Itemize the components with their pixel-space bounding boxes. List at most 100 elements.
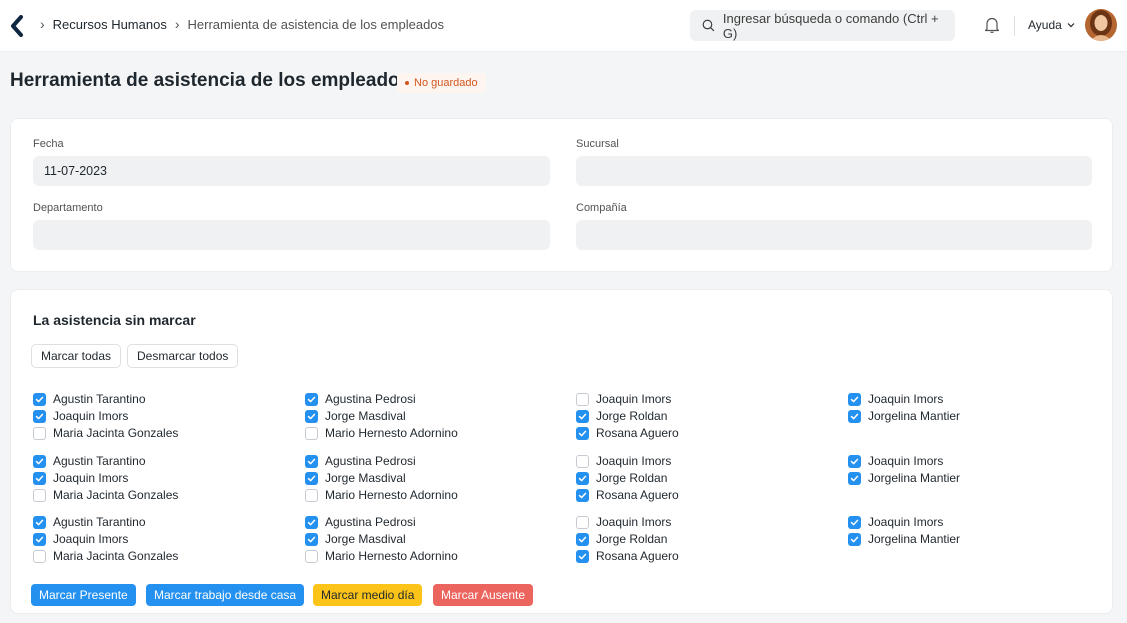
checkbox-checked-icon[interactable] bbox=[576, 532, 589, 546]
user-avatar[interactable] bbox=[1085, 9, 1117, 41]
employee-checkbox-item[interactable]: Joaquin Imors bbox=[33, 470, 128, 486]
employee-checkbox-item[interactable]: Joaquin Imors bbox=[33, 531, 128, 547]
checkbox-unchecked-icon[interactable] bbox=[576, 392, 589, 406]
employee-checkbox-item[interactable]: Maria Jacinta Gonzales bbox=[33, 548, 178, 564]
checkbox-checked-icon[interactable] bbox=[305, 454, 318, 468]
mark-wfh-button[interactable]: Marcar trabajo desde casa bbox=[146, 584, 305, 606]
employee-checkbox-item[interactable]: Agustin Tarantino bbox=[33, 453, 146, 469]
employee-checkbox-item[interactable]: Agustin Tarantino bbox=[33, 514, 146, 530]
employee-checkbox-item[interactable]: Agustina Pedrosi bbox=[305, 453, 416, 469]
checkbox-checked-icon[interactable] bbox=[305, 515, 318, 529]
chevron-right-icon: › bbox=[40, 16, 45, 32]
employee-checkbox-item[interactable]: Rosana Aguero bbox=[576, 548, 679, 564]
mark-half-day-button[interactable]: Marcar medio día bbox=[313, 584, 423, 606]
checkbox-checked-icon[interactable] bbox=[848, 392, 861, 406]
checkbox-checked-icon[interactable] bbox=[33, 471, 46, 485]
employee-checkbox-item[interactable]: Jorgelina Mantier bbox=[848, 531, 960, 547]
employee-checkbox-item[interactable]: Mario Hernesto Adornino bbox=[305, 548, 458, 564]
checkbox-checked-icon[interactable] bbox=[305, 392, 318, 406]
chevron-down-icon bbox=[1067, 23, 1075, 28]
mark-all-button[interactable]: Marcar todas bbox=[31, 344, 122, 368]
checkbox-checked-icon[interactable] bbox=[305, 471, 318, 485]
employee-name: Jorge Roldan bbox=[596, 532, 668, 546]
checkbox-unchecked-icon[interactable] bbox=[305, 426, 318, 440]
employee-checkbox-item[interactable]: Agustin Tarantino bbox=[33, 391, 146, 407]
breadcrumb-item-page[interactable]: Herramienta de asistencia de los emplead… bbox=[188, 17, 445, 32]
help-dropdown[interactable]: Ayuda bbox=[1028, 18, 1075, 32]
employee-checkbox-item[interactable]: Jorge Masdival bbox=[305, 408, 406, 424]
employee-checkbox-item[interactable]: Joaquin Imors bbox=[33, 408, 128, 424]
unmark-all-button[interactable]: Desmarcar todos bbox=[127, 344, 239, 368]
breadcrumb-item-module[interactable]: Recursos Humanos bbox=[53, 17, 167, 32]
employee-checkbox-item[interactable]: Agustina Pedrosi bbox=[305, 514, 416, 530]
employee-name: Maria Jacinta Gonzales bbox=[53, 426, 179, 440]
checkbox-checked-icon[interactable] bbox=[33, 392, 46, 406]
compania-field[interactable] bbox=[576, 220, 1092, 250]
employee-checkbox-item[interactable]: Jorge Roldan bbox=[576, 408, 667, 424]
employee-checkbox-item[interactable]: Jorge Roldan bbox=[576, 470, 667, 486]
filters-card: Fecha 11-07-2023 Sucursal Departamento C… bbox=[10, 118, 1113, 272]
employee-checkbox-item[interactable]: Joaquin Imors bbox=[848, 391, 943, 407]
checkbox-checked-icon[interactable] bbox=[576, 471, 589, 485]
checkbox-checked-icon[interactable] bbox=[33, 409, 46, 423]
employee-checkbox-item[interactable]: Rosana Aguero bbox=[576, 487, 679, 503]
checkbox-checked-icon[interactable] bbox=[305, 409, 318, 423]
employee-checkbox-item[interactable]: Jorge Masdival bbox=[305, 531, 406, 547]
employee-checkbox-item[interactable]: Jorgelina Mantier bbox=[848, 470, 960, 486]
employee-checkbox-item[interactable]: Joaquin Imors bbox=[576, 391, 671, 407]
employee-name: Joaquin Imors bbox=[596, 392, 672, 406]
employee-checkbox-item[interactable]: Jorgelina Mantier bbox=[848, 408, 960, 424]
departamento-field[interactable] bbox=[33, 220, 550, 250]
checkbox-checked-icon[interactable] bbox=[848, 515, 861, 529]
checkbox-unchecked-icon[interactable] bbox=[576, 454, 589, 468]
app-logo-icon[interactable] bbox=[10, 15, 24, 37]
checkbox-checked-icon[interactable] bbox=[576, 549, 589, 563]
employee-checkbox-item[interactable]: Agustina Pedrosi bbox=[305, 391, 416, 407]
checkbox-checked-icon[interactable] bbox=[33, 532, 46, 546]
search-input[interactable]: Ingresar búsqueda o comando (Ctrl + G) bbox=[690, 10, 955, 41]
checkbox-checked-icon[interactable] bbox=[848, 409, 861, 423]
employee-checkbox-item[interactable]: Mario Hernesto Adornino bbox=[305, 425, 458, 441]
nav-divider bbox=[1014, 16, 1015, 36]
fecha-field[interactable]: 11-07-2023 bbox=[33, 156, 550, 186]
checkbox-checked-icon[interactable] bbox=[848, 532, 861, 546]
employee-name: Maria Jacinta Gonzales bbox=[53, 488, 179, 502]
checkbox-checked-icon[interactable] bbox=[33, 515, 46, 529]
employee-checkbox-item[interactable]: Joaquin Imors bbox=[848, 453, 943, 469]
checkbox-checked-icon[interactable] bbox=[576, 426, 589, 440]
employee-name: Agustin Tarantino bbox=[53, 392, 146, 406]
employee-name: Jorge Masdival bbox=[325, 409, 406, 423]
employee-checkbox-item[interactable]: Mario Hernesto Adornino bbox=[305, 487, 458, 503]
checkbox-unchecked-icon[interactable] bbox=[305, 549, 318, 563]
checkbox-unchecked-icon[interactable] bbox=[33, 426, 46, 440]
employee-checkbox-item[interactable]: Joaquin Imors bbox=[576, 453, 671, 469]
employee-name: Agustina Pedrosi bbox=[325, 515, 416, 529]
checkbox-checked-icon[interactable] bbox=[576, 409, 589, 423]
mark-present-button[interactable]: Marcar Presente bbox=[31, 584, 136, 606]
employee-checkbox-item[interactable]: Maria Jacinta Gonzales bbox=[33, 487, 178, 503]
checkbox-checked-icon[interactable] bbox=[848, 471, 861, 485]
checkbox-checked-icon[interactable] bbox=[305, 532, 318, 546]
checkbox-unchecked-icon[interactable] bbox=[33, 549, 46, 563]
mark-absent-button[interactable]: Marcar Ausente bbox=[433, 584, 534, 606]
attendance-section-title: La asistencia sin marcar bbox=[33, 312, 196, 328]
employee-checkbox-item[interactable]: Maria Jacinta Gonzales bbox=[33, 425, 178, 441]
employee-checkbox-item[interactable]: Joaquin Imors bbox=[576, 514, 671, 530]
chevron-right-icon: › bbox=[174, 16, 180, 32]
notification-bell-icon[interactable] bbox=[984, 16, 1000, 34]
sucursal-field[interactable] bbox=[576, 156, 1092, 186]
employee-checkbox-item[interactable]: Joaquin Imors bbox=[848, 514, 943, 530]
top-navbar: › Recursos Humanos › Herramienta de asis… bbox=[0, 0, 1127, 52]
checkbox-checked-icon[interactable] bbox=[576, 488, 589, 502]
checkbox-checked-icon[interactable] bbox=[33, 454, 46, 468]
employee-checkbox-item[interactable]: Jorge Roldan bbox=[576, 531, 667, 547]
employee-name: Joaquin Imors bbox=[53, 532, 129, 546]
checkbox-unchecked-icon[interactable] bbox=[305, 488, 318, 502]
employee-name: Joaquin Imors bbox=[868, 392, 944, 406]
employee-checkbox-item[interactable]: Jorge Masdival bbox=[305, 470, 406, 486]
checkbox-checked-icon[interactable] bbox=[848, 454, 861, 468]
employee-checkbox-item[interactable]: Rosana Aguero bbox=[576, 425, 679, 441]
help-label: Ayuda bbox=[1028, 18, 1062, 32]
checkbox-unchecked-icon[interactable] bbox=[576, 515, 589, 529]
checkbox-unchecked-icon[interactable] bbox=[33, 488, 46, 502]
